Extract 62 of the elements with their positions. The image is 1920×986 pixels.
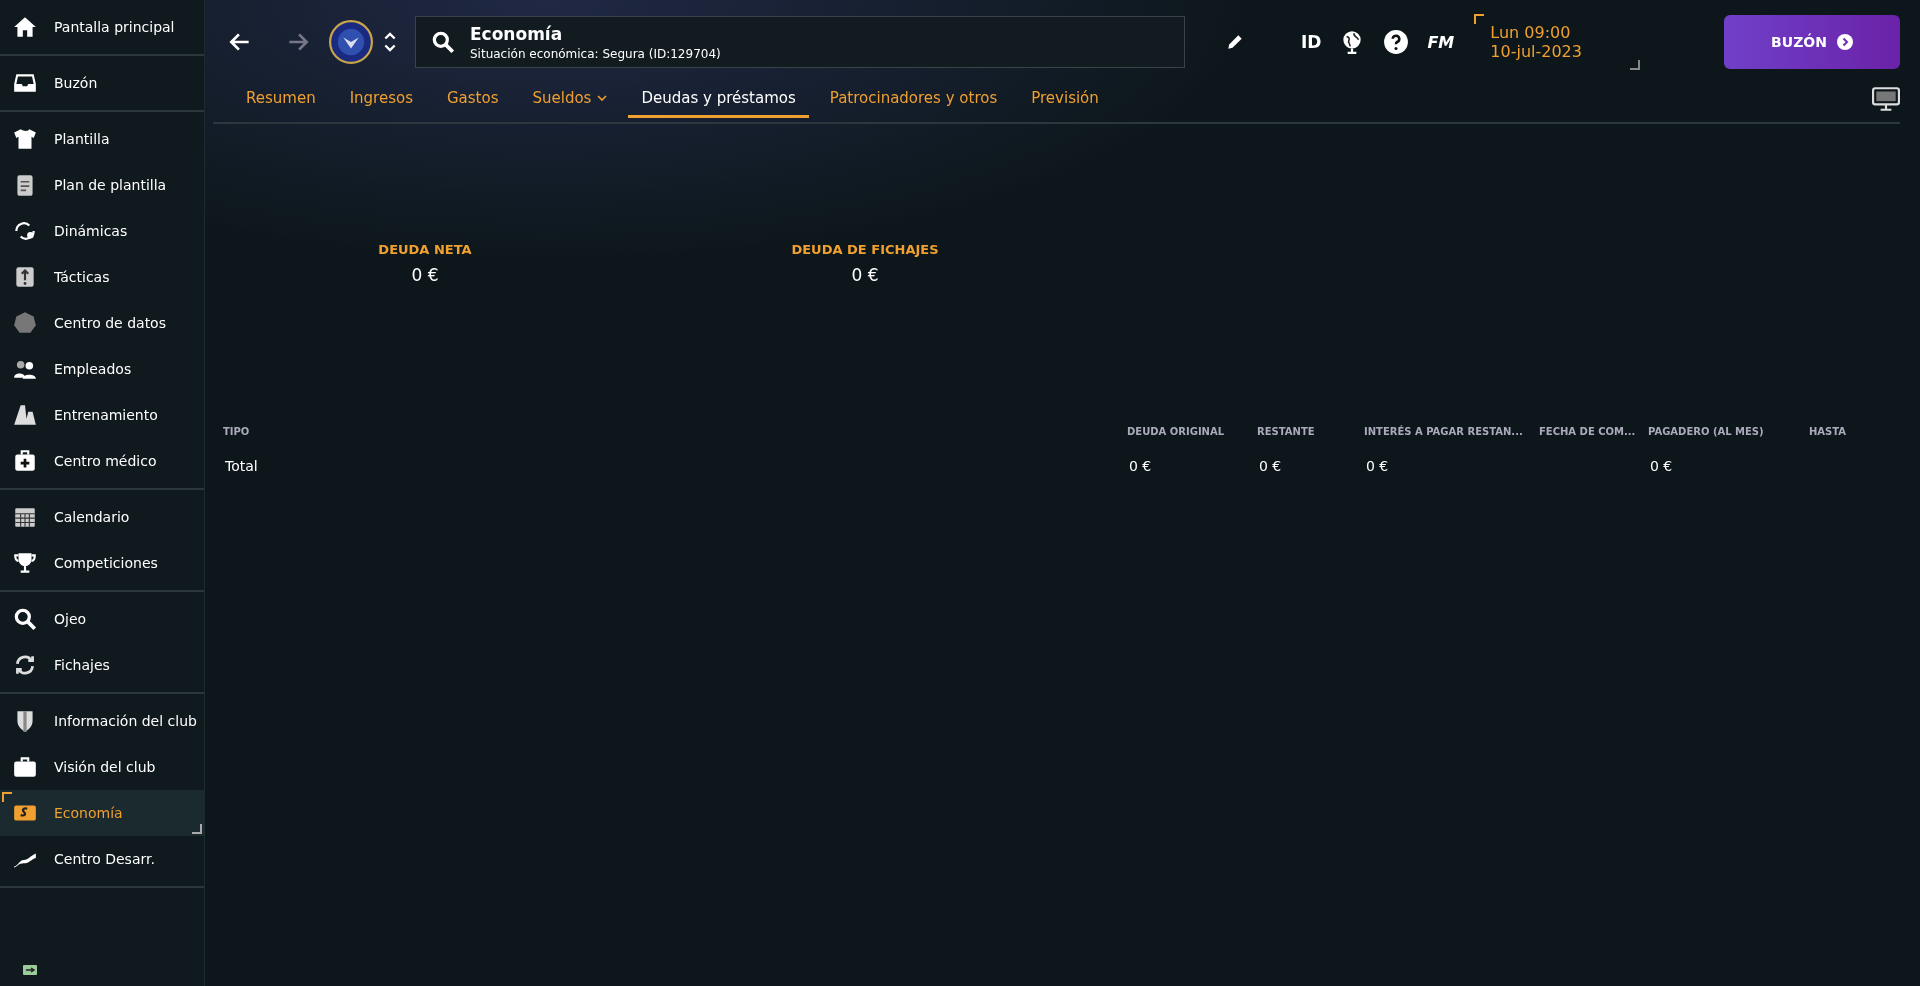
medical-icon bbox=[12, 448, 38, 474]
table-cell-text: 0 € bbox=[1365, 458, 1389, 474]
sidebar-item[interactable]: Plan de plantilla bbox=[0, 162, 204, 208]
stat-label: DEUDA NETA bbox=[378, 242, 472, 257]
sidebar-item[interactable]: Entrenamiento bbox=[0, 392, 204, 438]
sidebar-item[interactable]: Información del club bbox=[0, 698, 204, 744]
tab[interactable]: Previsión bbox=[1018, 80, 1112, 118]
tab[interactable]: Patrocinadores y otros bbox=[816, 80, 1011, 118]
page-subtitle: Situación económica: Segura (ID:129704) bbox=[470, 46, 721, 61]
column-header[interactable]: TIPO bbox=[223, 425, 1127, 437]
sidebar-item[interactable]: Economía bbox=[0, 790, 204, 836]
tab[interactable]: Sueldos bbox=[519, 80, 621, 118]
table-cell-text: Total bbox=[224, 458, 258, 474]
page-title: Economía bbox=[470, 23, 564, 44]
search-icon bbox=[12, 606, 38, 632]
sidebar-item[interactable]: Tácticas bbox=[0, 254, 204, 300]
table-cell-text: 0 € bbox=[1128, 458, 1152, 474]
table-cell-text: 0 € bbox=[1258, 458, 1282, 474]
date-time-text: Lun 09:00 bbox=[1490, 23, 1572, 42]
column-header[interactable]: DEUDA ORIGINAL bbox=[1127, 425, 1257, 437]
chevron-circle-icon bbox=[1836, 34, 1853, 50]
column-header[interactable]: PAGADERO (AL MES) bbox=[1648, 425, 1809, 437]
pencil-icon[interactable] bbox=[1225, 32, 1245, 52]
trophy-icon bbox=[12, 550, 38, 576]
column-header[interactable]: RESTANTE bbox=[1257, 425, 1364, 437]
sidebar-item[interactable]: Empleados bbox=[0, 346, 204, 392]
help-icon[interactable] bbox=[1383, 29, 1410, 55]
date-text: 10-jul-2023 bbox=[1490, 42, 1583, 61]
fm-button[interactable]: FM bbox=[1427, 32, 1455, 52]
column-header[interactable]: INTERÉS A PAGAR RESTAN... bbox=[1364, 425, 1539, 437]
sidebar-item[interactable]: Centro Desarr. bbox=[0, 836, 204, 882]
caret-icon bbox=[597, 94, 608, 101]
sidebar-item[interactable]: Ojeo bbox=[0, 596, 204, 642]
sidebar-item[interactable]: Fichajes bbox=[0, 642, 204, 688]
tab[interactable]: Gastos bbox=[434, 80, 512, 118]
tab[interactable]: Deudas y préstamos bbox=[628, 80, 809, 118]
search-field[interactable]: Economía Situación económica: Segura (ID:129704) bbox=[415, 16, 1185, 68]
table-cell-text: 0 € bbox=[1649, 458, 1673, 474]
sidebar-item[interactable]: Centro de datos bbox=[0, 300, 204, 346]
tab[interactable]: Resumen bbox=[233, 80, 329, 118]
monitor-icon[interactable] bbox=[1872, 87, 1900, 111]
tab[interactable]: Ingresos bbox=[336, 80, 426, 118]
club-crest-icon[interactable] bbox=[329, 20, 373, 64]
column-header[interactable]: FECHA DE COM... bbox=[1539, 425, 1648, 437]
briefcase-icon bbox=[12, 754, 38, 780]
stat-value: 0 € bbox=[851, 265, 879, 285]
stat-label: DEUDA DE FICHAJES bbox=[791, 242, 939, 257]
column-header[interactable]: HASTA bbox=[1809, 425, 1909, 437]
inbox-button[interactable]: BUZÓN bbox=[1724, 15, 1900, 69]
shirt-icon bbox=[12, 126, 38, 152]
sidebar-item[interactable]: Plantilla bbox=[0, 116, 204, 162]
sidebar-item[interactable]: Buzón bbox=[0, 60, 204, 106]
sidebar-item[interactable]: Competiciones bbox=[0, 540, 204, 586]
id-button[interactable]: ID bbox=[1301, 32, 1322, 52]
search-icon bbox=[430, 29, 456, 55]
sidebar-item[interactable]: Visión del club bbox=[0, 744, 204, 790]
sidebar-item[interactable]: Pantalla principal bbox=[0, 4, 204, 50]
sidebar-item[interactable]: Dinámicas bbox=[0, 208, 204, 254]
date-display[interactable]: Lun 09:00 10-jul-2023 bbox=[1472, 12, 1643, 72]
stat-value: 0 € bbox=[411, 265, 439, 285]
sidebar-item[interactable]: Centro médico bbox=[0, 438, 204, 484]
sidebar-item[interactable]: Calendario bbox=[0, 494, 204, 540]
